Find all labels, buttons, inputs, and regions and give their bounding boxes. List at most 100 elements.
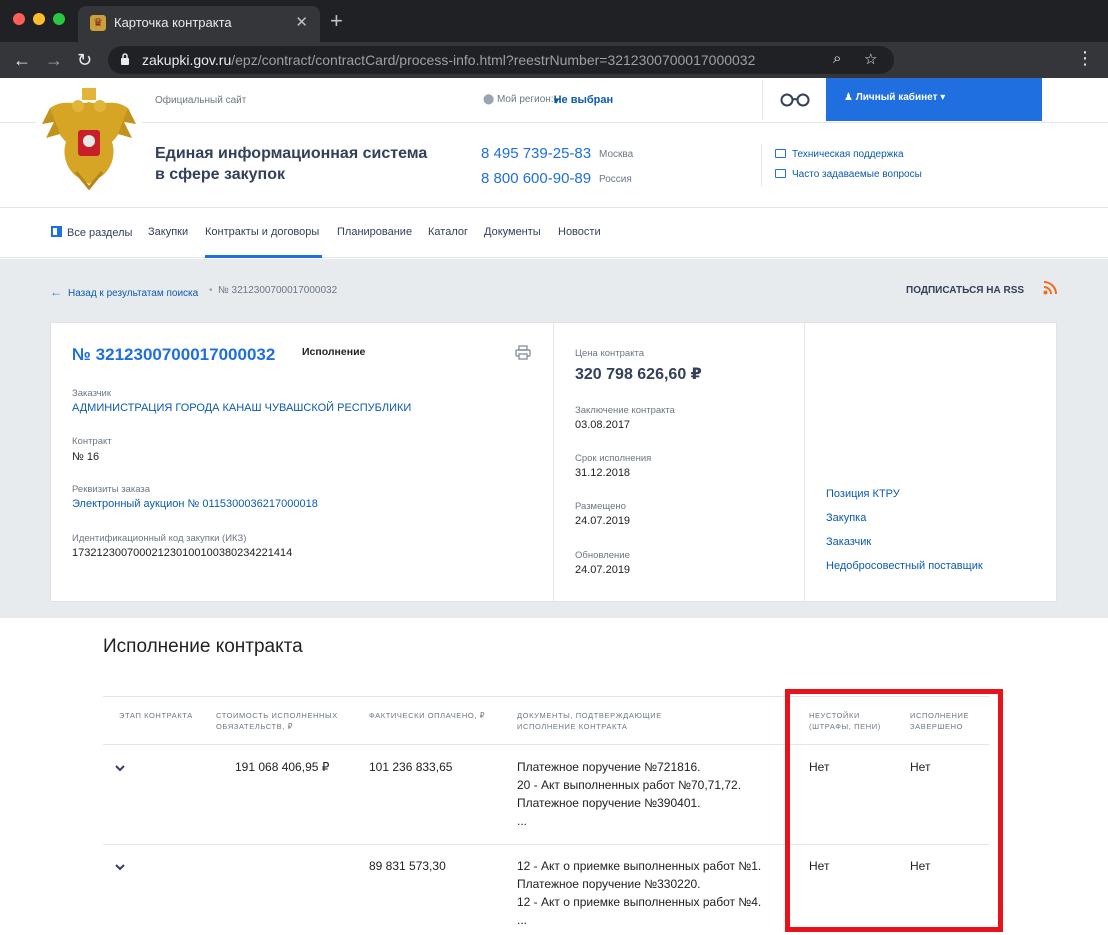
site-title-line: Единая информационная система — [155, 145, 428, 162]
contract-status: Исполнение — [302, 346, 366, 358]
row-cost: 191 068 406,95 ₽ — [235, 760, 330, 774]
faq-icon — [775, 169, 786, 178]
new-tab-icon[interactable]: + — [330, 8, 343, 34]
breadcrumb-current: № 3212300700017000032 — [218, 285, 338, 296]
back-arrow-icon: ← — [50, 285, 62, 299]
tech-support-link[interactable]: Техническая поддержка — [775, 149, 904, 160]
active-nav-indicator — [205, 255, 322, 258]
card-divider — [553, 323, 554, 601]
personal-cabinet-button[interactable]: ♟ Личный кабинет ▾ — [826, 78, 1042, 121]
official-site-label: Официальный сайт — [155, 95, 247, 106]
row-paid: 101 236 833,65 — [369, 760, 453, 774]
window-close-button[interactable] — [13, 13, 25, 25]
chevron-down-icon[interactable] — [113, 860, 127, 874]
row-document: Платежное поручение №390401. — [517, 796, 701, 810]
breadcrumb-separator: • — [209, 285, 213, 296]
term-label: Срок исполнения — [575, 453, 652, 464]
browser-tabbar: ♛ Карточка контракта ✕ + — [0, 0, 1108, 42]
phone-russia[interactable]: 8 800 600-90-89 — [481, 170, 591, 187]
nav-item-planning[interactable]: Планирование — [337, 226, 412, 238]
chevron-down-icon: ▾ — [553, 95, 560, 107]
unfair-supplier-link[interactable]: Недобросовестный поставщик — [826, 560, 983, 572]
reload-icon[interactable]: ↻ — [77, 48, 92, 72]
tab-title: Карточка контракта — [114, 15, 232, 30]
site-title: Единая информационная система в сфере за… — [155, 143, 455, 185]
row-document: Платежное поручение №330220. — [517, 877, 701, 891]
mail-icon — [775, 149, 786, 158]
header-separator — [761, 144, 762, 186]
rss-subscribe-link[interactable]: ПОДПИСАТЬСЯ НА RSS — [906, 285, 1024, 296]
customer-link[interactable]: АДМИНИСТРАЦИЯ ГОРОДА КАНАШ ЧУВАШСКОЙ РЕС… — [72, 402, 411, 414]
customer-side-link[interactable]: Заказчик — [826, 536, 871, 548]
region-label: Мой регион: — [496, 94, 554, 105]
nav-item-catalog[interactable]: Каталог — [428, 226, 468, 238]
ktru-position-link[interactable]: Позиция КТРУ — [826, 488, 900, 500]
purchase-link[interactable]: Закупка — [826, 512, 866, 524]
row-document-more[interactable]: ... — [517, 814, 527, 828]
window-maximize-button[interactable] — [53, 13, 65, 25]
updated-value: 24.07.2019 — [575, 564, 631, 576]
back-arrow-icon[interactable]: ← — [13, 48, 31, 72]
window-minimize-button[interactable] — [33, 13, 45, 25]
ikz-label: Идентификационный код закупки (ИКЗ) — [72, 533, 247, 544]
price-value: 320 798 626,60 ₽ — [575, 366, 702, 383]
region-selector[interactable]: ⬤ Мой регион: Не выбран ▾ — [483, 94, 613, 107]
placed-label: Размещено — [575, 501, 626, 512]
phone-city-label: Россия — [599, 174, 632, 185]
address-bar[interactable]: zakupki.gov.ru/epz/contract/contractCard… — [108, 46, 894, 74]
contract-number[interactable]: № 3212300700017000032 — [72, 345, 275, 365]
updated-label: Обновление — [575, 550, 630, 561]
grid-icon — [51, 226, 62, 237]
emblem-logo[interactable] — [36, 84, 142, 194]
row-document-more[interactable]: ... — [517, 913, 527, 927]
site-title-line: в сфере закупок — [155, 166, 285, 183]
browser-tab[interactable]: ♛ Карточка контракта ✕ — [78, 6, 320, 42]
star-icon[interactable]: ☆ — [864, 50, 877, 68]
col-header-documents: Документы, подтверждающие исполнение конт… — [517, 711, 662, 731]
forward-arrow-icon[interactable]: → — [45, 48, 63, 72]
print-icon[interactable] — [515, 345, 531, 360]
cabinet-label: Личный кабинет — [855, 92, 938, 103]
nav-item-news[interactable]: Новости — [558, 226, 601, 238]
phone-moscow[interactable]: 8 495 739-25-83 — [481, 145, 591, 162]
row-document: 12 - Акт о приемке выполненных работ №4. — [517, 895, 762, 909]
conclusion-label: Заключение контракта — [575, 405, 675, 416]
customer-label: Заказчик — [72, 388, 112, 399]
rss-icon[interactable] — [1043, 281, 1057, 295]
site-header: Официальный сайт ⬤ Мой регион: Не выбран… — [0, 78, 1108, 208]
faq-link[interactable]: Часто задаваемые вопросы — [775, 169, 922, 180]
phone-city-label: Москва — [599, 149, 634, 160]
back-to-results-link[interactable]: ← Назад к результатам поиска — [50, 285, 198, 299]
placed-value: 24.07.2019 — [575, 515, 631, 527]
glasses-icon — [780, 93, 810, 107]
nav-item-purchases[interactable]: Закупки — [148, 226, 188, 238]
highlight-box — [785, 689, 1003, 932]
browser-menu-icon[interactable]: ⋮ — [1076, 49, 1094, 67]
term-value: 31.12.2018 — [575, 467, 631, 479]
col-header-paid: Фактически оплачено, ₽ — [369, 711, 486, 720]
conclusion-value: 03.08.2017 — [575, 419, 631, 431]
card-divider — [804, 323, 805, 601]
user-icon: ♟ — [844, 92, 853, 103]
nav-item-all-sections[interactable]: Все разделы — [51, 226, 132, 239]
contract-label: Контракт — [72, 436, 112, 447]
requisites-link[interactable]: Электронный аукцион № 011530003621700001… — [72, 498, 318, 510]
row-paid: 89 831 573,30 — [369, 859, 446, 873]
ikz-value: 173212300700021230100100380234221414 — [72, 547, 293, 559]
browser-toolbar: ← → ↻ zakupki.gov.ru/epz/contract/contra… — [0, 42, 1108, 78]
accessibility-button[interactable] — [762, 80, 826, 120]
execution-section-title: Исполнение контракта — [103, 636, 303, 657]
nav-item-documents[interactable]: Документы — [484, 226, 541, 238]
zoom-icon[interactable]: ⌕ — [833, 50, 841, 67]
tab-close-icon[interactable]: ✕ — [295, 13, 308, 31]
price-label: Цена контракта — [575, 348, 644, 359]
lock-icon — [121, 53, 129, 65]
col-header-stage: Этап контракта — [119, 711, 193, 720]
chevron-down-icon[interactable] — [113, 761, 127, 775]
region-value[interactable]: Не выбран — [554, 94, 614, 106]
nav-item-contracts[interactable]: Контракты и договоры — [205, 226, 319, 238]
header-divider — [0, 122, 1108, 123]
row-document: 20 - Акт выполненных работ №70,71,72. — [517, 778, 742, 792]
col-header-cost: Стоимость исполненных обязательств, ₽ — [216, 711, 338, 731]
main-nav: Все разделы Закупки Контракты и договоры… — [0, 208, 1108, 258]
